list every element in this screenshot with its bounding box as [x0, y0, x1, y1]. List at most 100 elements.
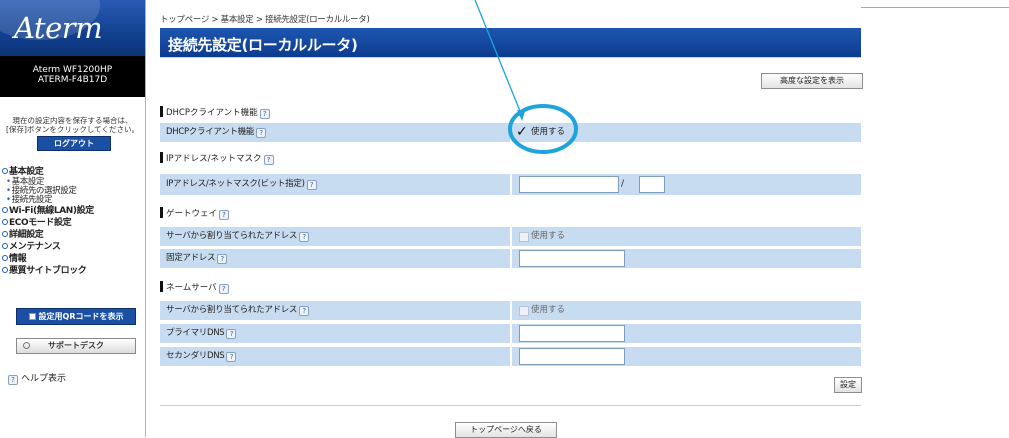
- section-bar: [160, 106, 163, 117]
- section-ip: IPアドレス/ネットマスク?: [160, 152, 861, 166]
- logo-text: Aterm: [14, 11, 103, 45]
- nav-sub-connection-settings[interactable]: •接続先設定: [2, 196, 144, 205]
- logout-button[interactable]: ログアウト: [37, 136, 111, 151]
- question-icon[interactable]: ?: [226, 329, 237, 339]
- bullet-icon: [2, 219, 8, 225]
- nav-item-site-block[interactable]: 悪質サイトブロック: [2, 265, 144, 277]
- dhcp-checkbox[interactable]: ✓: [516, 124, 528, 140]
- nav-label: ECOモード設定: [9, 218, 72, 228]
- row-label: サーバから割り当てられたアドレス?: [160, 301, 510, 320]
- row-gateway-auto: サーバから割り当てられたアドレス? 使用する: [160, 227, 861, 246]
- question-icon[interactable]: ?: [263, 155, 274, 165]
- ip-address-input[interactable]: [519, 176, 619, 193]
- row-ip-netmask: IPアドレス/ネットマスク(ビット指定)? /: [160, 174, 861, 195]
- row-dhcp-client: DHCPクライアント機能? ✓ 使用する: [160, 123, 861, 142]
- section-bar: [160, 152, 163, 163]
- show-advanced-button[interactable]: 高度な設定を表示: [761, 73, 863, 89]
- checkbox-label: 使用する: [531, 305, 566, 315]
- label-text: IPアドレス/ネットマスク(ビット指定): [166, 179, 305, 189]
- save-note-line1: 現在の設定内容を保存する場合は、: [12, 116, 133, 125]
- nav-item-info[interactable]: 情報: [2, 253, 144, 265]
- nav-label: 悪質サイトブロック: [9, 266, 87, 276]
- row-value: /: [512, 174, 861, 195]
- set-button[interactable]: 設定: [834, 377, 862, 393]
- row-value: [512, 347, 861, 366]
- nav-sub-label: 接続先設定: [11, 195, 53, 205]
- save-note: 現在の設定内容を保存する場合は、 [保存]ボタンをクリックしてください。: [0, 116, 145, 134]
- label-text: サーバから割り当てられたアドレス: [166, 231, 298, 241]
- annotation-arrow: [474, 0, 523, 117]
- nav-item-maintenance[interactable]: メンテナンス: [2, 241, 144, 253]
- section-bar: [160, 281, 163, 292]
- row-value: 使用する: [512, 301, 861, 320]
- sidebar-nav: 基本設定 •基本設定 •接続先の選択設定 •接続先設定 Wi-Fi(無線LAN)…: [2, 166, 144, 277]
- label-text: プライマリDNS: [166, 328, 225, 338]
- help-link[interactable]: ? ヘルプ表示: [8, 374, 66, 385]
- gateway-auto-checkbox[interactable]: [519, 232, 529, 242]
- help-label: ヘルプ表示: [21, 374, 67, 384]
- bullet-icon: [2, 243, 8, 249]
- nav-item-wifi[interactable]: Wi-Fi(無線LAN)設定: [2, 205, 144, 217]
- qr-button-label: 設定用QRコードを表示: [38, 312, 124, 321]
- label-text: DHCPクライアント機能: [166, 127, 255, 137]
- bullet-icon: [2, 168, 8, 174]
- question-icon[interactable]: ?: [299, 232, 310, 242]
- aterm-logo[interactable]: Aterm: [0, 0, 145, 56]
- row-primary-dns: プライマリDNS?: [160, 324, 861, 343]
- row-label: DHCPクライアント機能?: [160, 123, 510, 142]
- section-nameserver: ネームサーバ?: [160, 281, 861, 295]
- title-bar: 接続先設定(ローカルルータ): [160, 28, 861, 57]
- row-value: 使用する: [512, 227, 861, 246]
- model-info: Aterm WF1200HP ATERM-F4B17D: [0, 56, 145, 97]
- question-icon[interactable]: ?: [256, 128, 267, 138]
- primary-dns-input[interactable]: [519, 325, 625, 342]
- netmask-input[interactable]: [639, 176, 665, 193]
- question-icon[interactable]: ?: [226, 352, 237, 362]
- support-desk-button[interactable]: サポートデスク: [16, 338, 136, 354]
- gateway-fixed-input[interactable]: [519, 250, 625, 267]
- device-id: ATERM-F4B17D: [37, 75, 108, 85]
- question-icon: ?: [8, 375, 18, 385]
- checkbox-label: 使用する: [531, 231, 566, 241]
- nav-item-eco[interactable]: ECOモード設定: [2, 217, 144, 229]
- sub-bullet-icon: •: [6, 195, 11, 205]
- divider: [160, 405, 861, 406]
- row-secondary-dns: セカンダリDNS?: [160, 347, 861, 366]
- back-to-top-button[interactable]: トップページへ戻る: [455, 422, 557, 438]
- nav-label: 詳細設定: [9, 230, 44, 240]
- checkbox-label: 使用する: [531, 127, 566, 137]
- row-value: ✓ 使用する: [512, 123, 861, 142]
- nav-label: 基本設定: [9, 167, 44, 177]
- radio-ring-icon: [23, 342, 30, 349]
- section-bar: [160, 207, 163, 218]
- question-icon[interactable]: ?: [259, 109, 270, 119]
- question-icon[interactable]: ?: [219, 210, 230, 220]
- question-icon[interactable]: ?: [218, 284, 229, 294]
- section-dhcp: DHCPクライアント機能?: [160, 106, 861, 120]
- question-icon[interactable]: ?: [299, 306, 310, 316]
- save-note-line2: [保存]ボタンをクリックしてください。: [6, 125, 139, 134]
- nav-item-detail[interactable]: 詳細設定: [2, 229, 144, 241]
- secondary-dns-input[interactable]: [519, 348, 625, 365]
- question-icon[interactable]: ?: [217, 254, 228, 264]
- section-title: ゲートウェイ: [166, 209, 218, 219]
- bullet-icon: [2, 267, 8, 273]
- section-gateway: ゲートウェイ?: [160, 207, 861, 221]
- nav-label: 情報: [9, 254, 27, 264]
- dns-auto-checkbox[interactable]: [519, 306, 529, 316]
- support-button-label: サポートデスク: [48, 341, 104, 350]
- row-gateway-fixed: 固定アドレス?: [160, 249, 861, 268]
- bullet-icon: [2, 255, 8, 261]
- section-title: DHCPクライアント機能: [166, 108, 258, 118]
- row-dns-auto: サーバから割り当てられたアドレス? 使用する: [160, 301, 861, 320]
- qr-code-icon: [28, 313, 36, 320]
- label-text: サーバから割り当てられたアドレス: [166, 305, 298, 315]
- section-title: IPアドレス/ネットマスク: [166, 154, 262, 164]
- row-label: IPアドレス/ネットマスク(ビット指定)?: [160, 174, 510, 195]
- qr-code-button[interactable]: 設定用QRコードを表示: [16, 308, 136, 325]
- divider: [160, 57, 861, 58]
- row-label: 固定アドレス?: [160, 249, 510, 268]
- question-icon[interactable]: ?: [306, 180, 317, 190]
- header-rule: [861, 7, 1009, 8]
- slash-separator: /: [621, 179, 625, 189]
